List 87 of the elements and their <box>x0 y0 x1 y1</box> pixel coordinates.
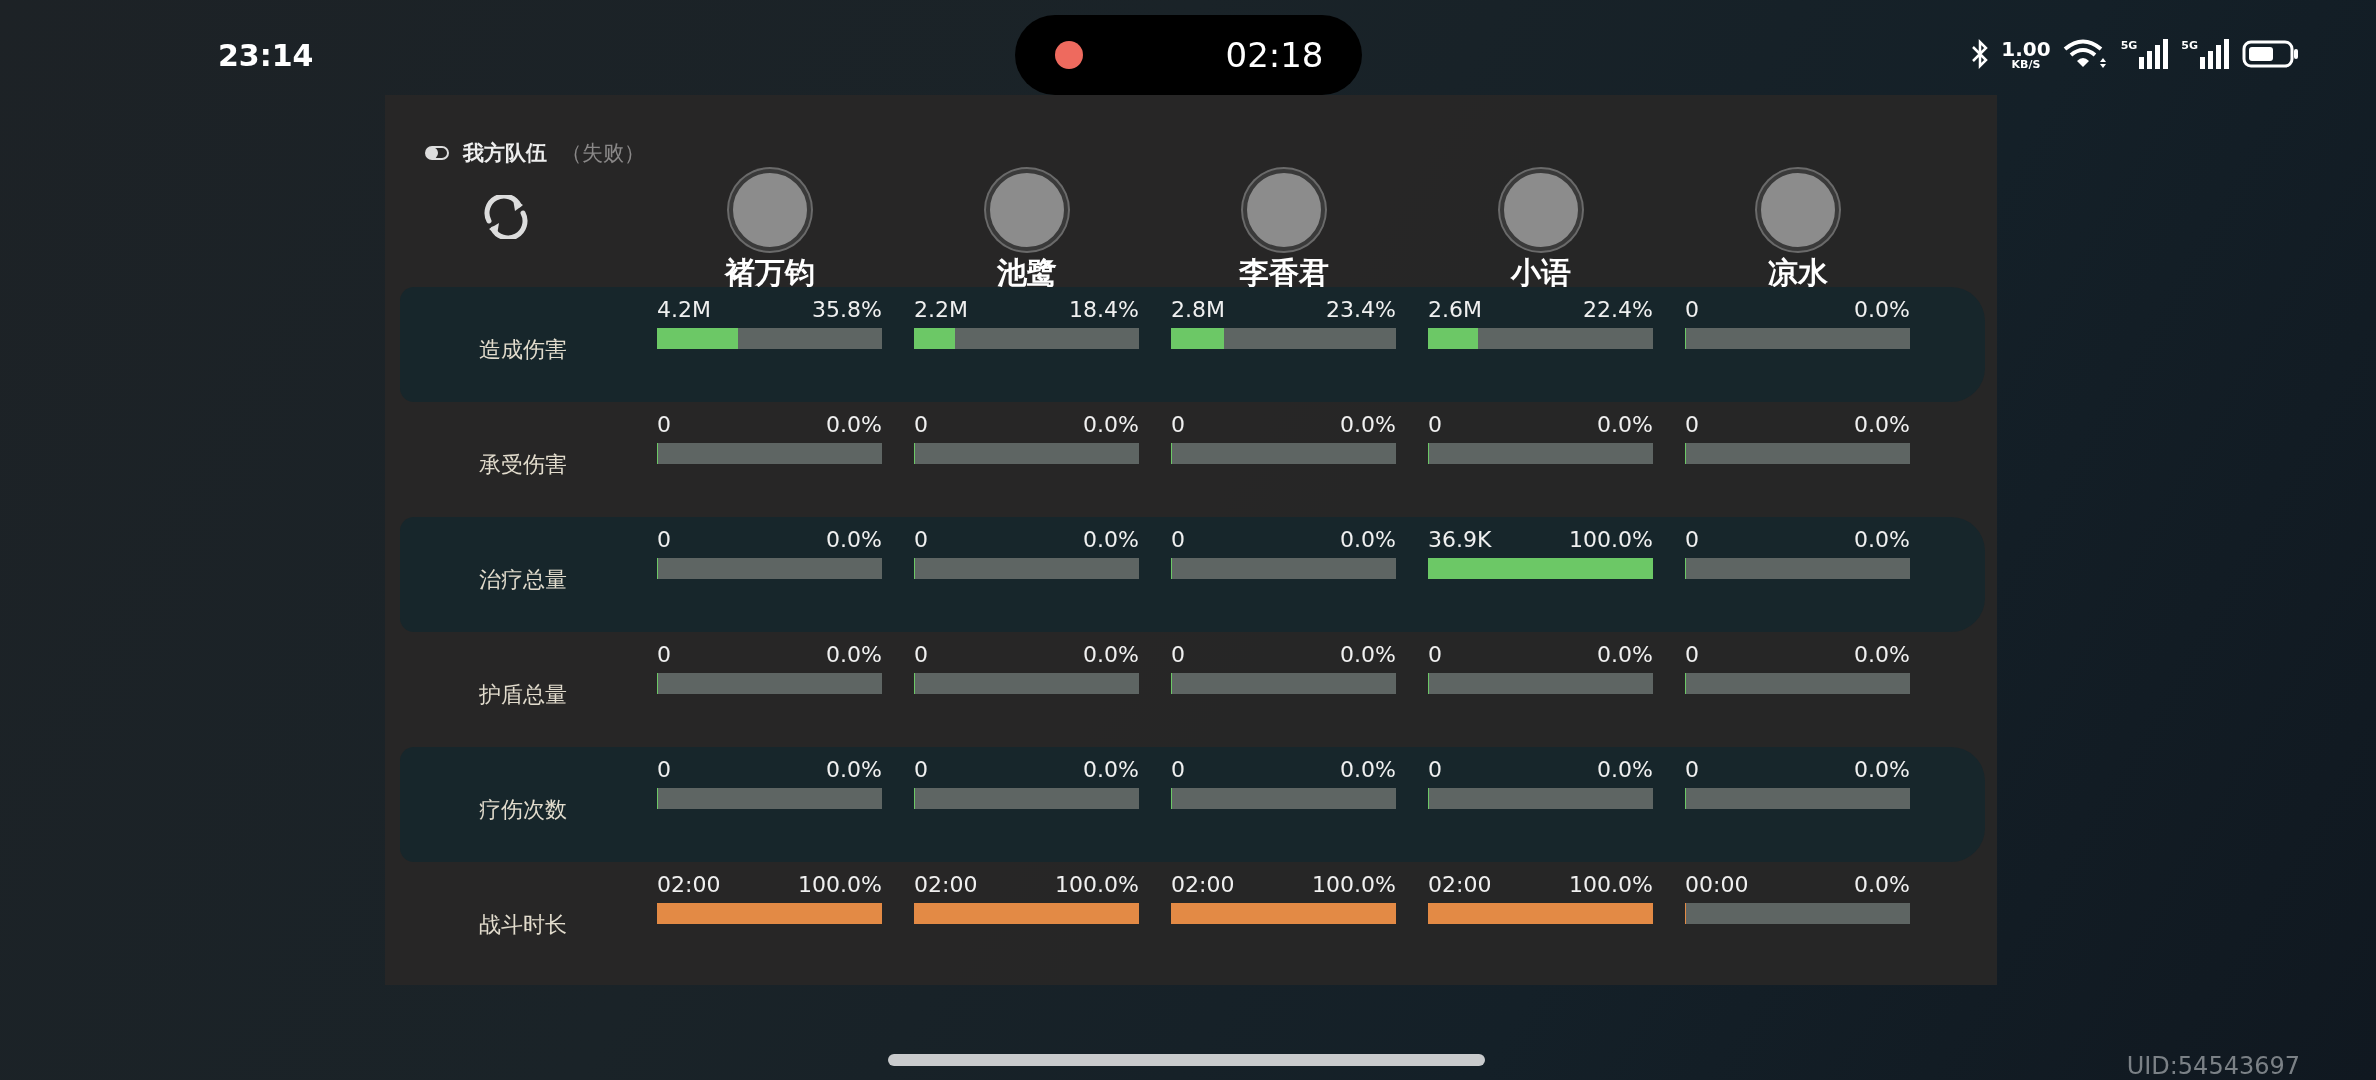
network-speed: 1.00 <box>2001 38 2051 59</box>
stat-percent: 0.0% <box>1340 642 1396 667</box>
stat-value: 0 <box>1685 297 1699 322</box>
character-name: 李香君 <box>1238 254 1329 292</box>
signal-icon <box>2200 39 2230 69</box>
stat-percent: 100.0% <box>1569 527 1653 552</box>
stat-percent: 0.0% <box>1854 642 1910 667</box>
stat-value: 02:00 <box>1171 872 1235 897</box>
bluetooth-icon <box>1971 39 1990 69</box>
stat-percent: 0.0% <box>1854 757 1910 782</box>
stat-percent: 0.0% <box>1083 757 1139 782</box>
stat-value: 02:00 <box>1428 872 1492 897</box>
status-time: 23:14 <box>218 38 314 73</box>
stat-value: 0 <box>657 527 671 552</box>
toggle-icon <box>425 146 449 160</box>
network-type-label: 5G <box>2181 39 2198 52</box>
stat-value: 36.9K <box>1428 527 1492 552</box>
stat-value: 0 <box>1171 527 1185 552</box>
stat-value: 0 <box>1685 642 1699 667</box>
stat-value: 0 <box>1428 642 1442 667</box>
stat-value: 2.2M <box>914 297 968 322</box>
stat-label: 治疗总量 <box>477 566 568 594</box>
character-name: 小语 <box>1510 254 1571 292</box>
stat-percent: 0.0% <box>826 412 882 437</box>
stat-label: 造成伤害 <box>477 336 568 364</box>
wifi-icon <box>2062 38 2109 70</box>
stat-value: 02:00 <box>657 872 721 897</box>
stat-value: 4.2M <box>657 297 711 322</box>
character-name: 池鹭 <box>996 254 1057 292</box>
stat-value: 0 <box>657 757 671 782</box>
stat-percent: 100.0% <box>1312 872 1396 897</box>
stat-value: 0 <box>1685 527 1699 552</box>
stat-value: 0 <box>657 412 671 437</box>
stat-percent: 0.0% <box>1597 412 1653 437</box>
stat-percent: 0.0% <box>1854 872 1910 897</box>
user-id: UID:54543697 <box>2126 1052 2300 1080</box>
stat-value: 0 <box>914 757 928 782</box>
stat-value: 0 <box>914 412 928 437</box>
stat-value: 02:00 <box>914 872 978 897</box>
stat-value: 2.8M <box>1171 297 1225 322</box>
stat-percent: 0.0% <box>826 527 882 552</box>
stat-percent: 100.0% <box>1055 872 1139 897</box>
stat-value: 00:00 <box>1685 872 1749 897</box>
stat-value: 0 <box>1685 757 1699 782</box>
stat-value: 0 <box>1171 642 1185 667</box>
network-speed-unit: KB/S <box>2011 58 2041 70</box>
stat-percent: 23.4% <box>1326 297 1396 322</box>
stat-value: 0 <box>1428 757 1442 782</box>
stat-value: 0 <box>1171 757 1185 782</box>
stat-percent: 22.4% <box>1583 297 1653 322</box>
stat-value: 0 <box>914 642 928 667</box>
stat-percent: 0.0% <box>1083 412 1139 437</box>
stat-percent: 0.0% <box>1340 527 1396 552</box>
stat-percent: 0.0% <box>1597 642 1653 667</box>
stat-value: 0 <box>1171 412 1185 437</box>
stat-percent: 0.0% <box>1854 412 1910 437</box>
stat-percent: 100.0% <box>1569 872 1653 897</box>
stat-label: 护盾总量 <box>477 681 568 709</box>
recording-time: 02:18 <box>1225 35 1324 75</box>
stat-percent: 0.0% <box>1854 297 1910 322</box>
stat-percent: 0.0% <box>826 642 882 667</box>
stat-label: 承受伤害 <box>477 451 568 479</box>
signal-icon <box>2139 39 2170 69</box>
stat-value: 0 <box>914 527 928 552</box>
team-result: （失败） <box>561 140 645 167</box>
team-title: 我方队伍 <box>463 140 547 167</box>
stat-percent: 0.0% <box>1340 757 1396 782</box>
stat-percent: 0.0% <box>1083 527 1139 552</box>
stat-value: 0 <box>1685 412 1699 437</box>
stat-percent: 0.0% <box>1597 757 1653 782</box>
stat-percent: 0.0% <box>1854 527 1910 552</box>
recording-dot-icon <box>1054 41 1083 69</box>
stat-percent: 100.0% <box>798 872 882 897</box>
battery-icon <box>2242 39 2300 69</box>
stat-value: 0 <box>657 642 671 667</box>
network-type-label: 5G <box>2120 39 2138 52</box>
stat-percent: 18.4% <box>1069 297 1139 322</box>
stat-label: 疗伤次数 <box>477 796 568 824</box>
stat-percent: 0.0% <box>1083 642 1139 667</box>
stat-percent: 35.8% <box>812 297 882 322</box>
stat-label: 战斗时长 <box>477 911 568 939</box>
stat-value: 0 <box>1428 412 1442 437</box>
character-name: 凉水 <box>1767 254 1828 292</box>
stat-percent: 0.0% <box>1340 412 1396 437</box>
stat-percent: 0.0% <box>826 757 882 782</box>
character-name: 褚万钧 <box>724 254 815 292</box>
stat-value: 2.6M <box>1428 297 1482 322</box>
